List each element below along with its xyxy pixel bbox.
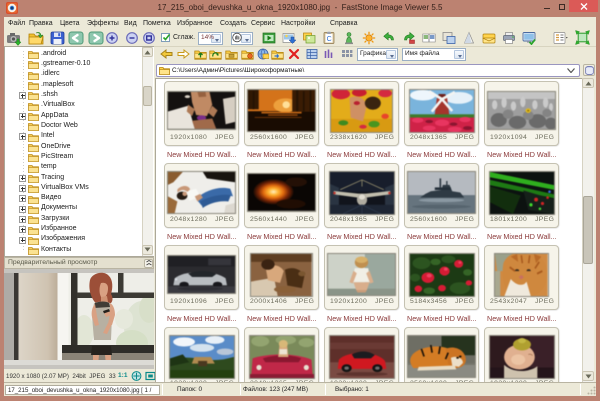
svg-text:C: C xyxy=(327,36,332,43)
